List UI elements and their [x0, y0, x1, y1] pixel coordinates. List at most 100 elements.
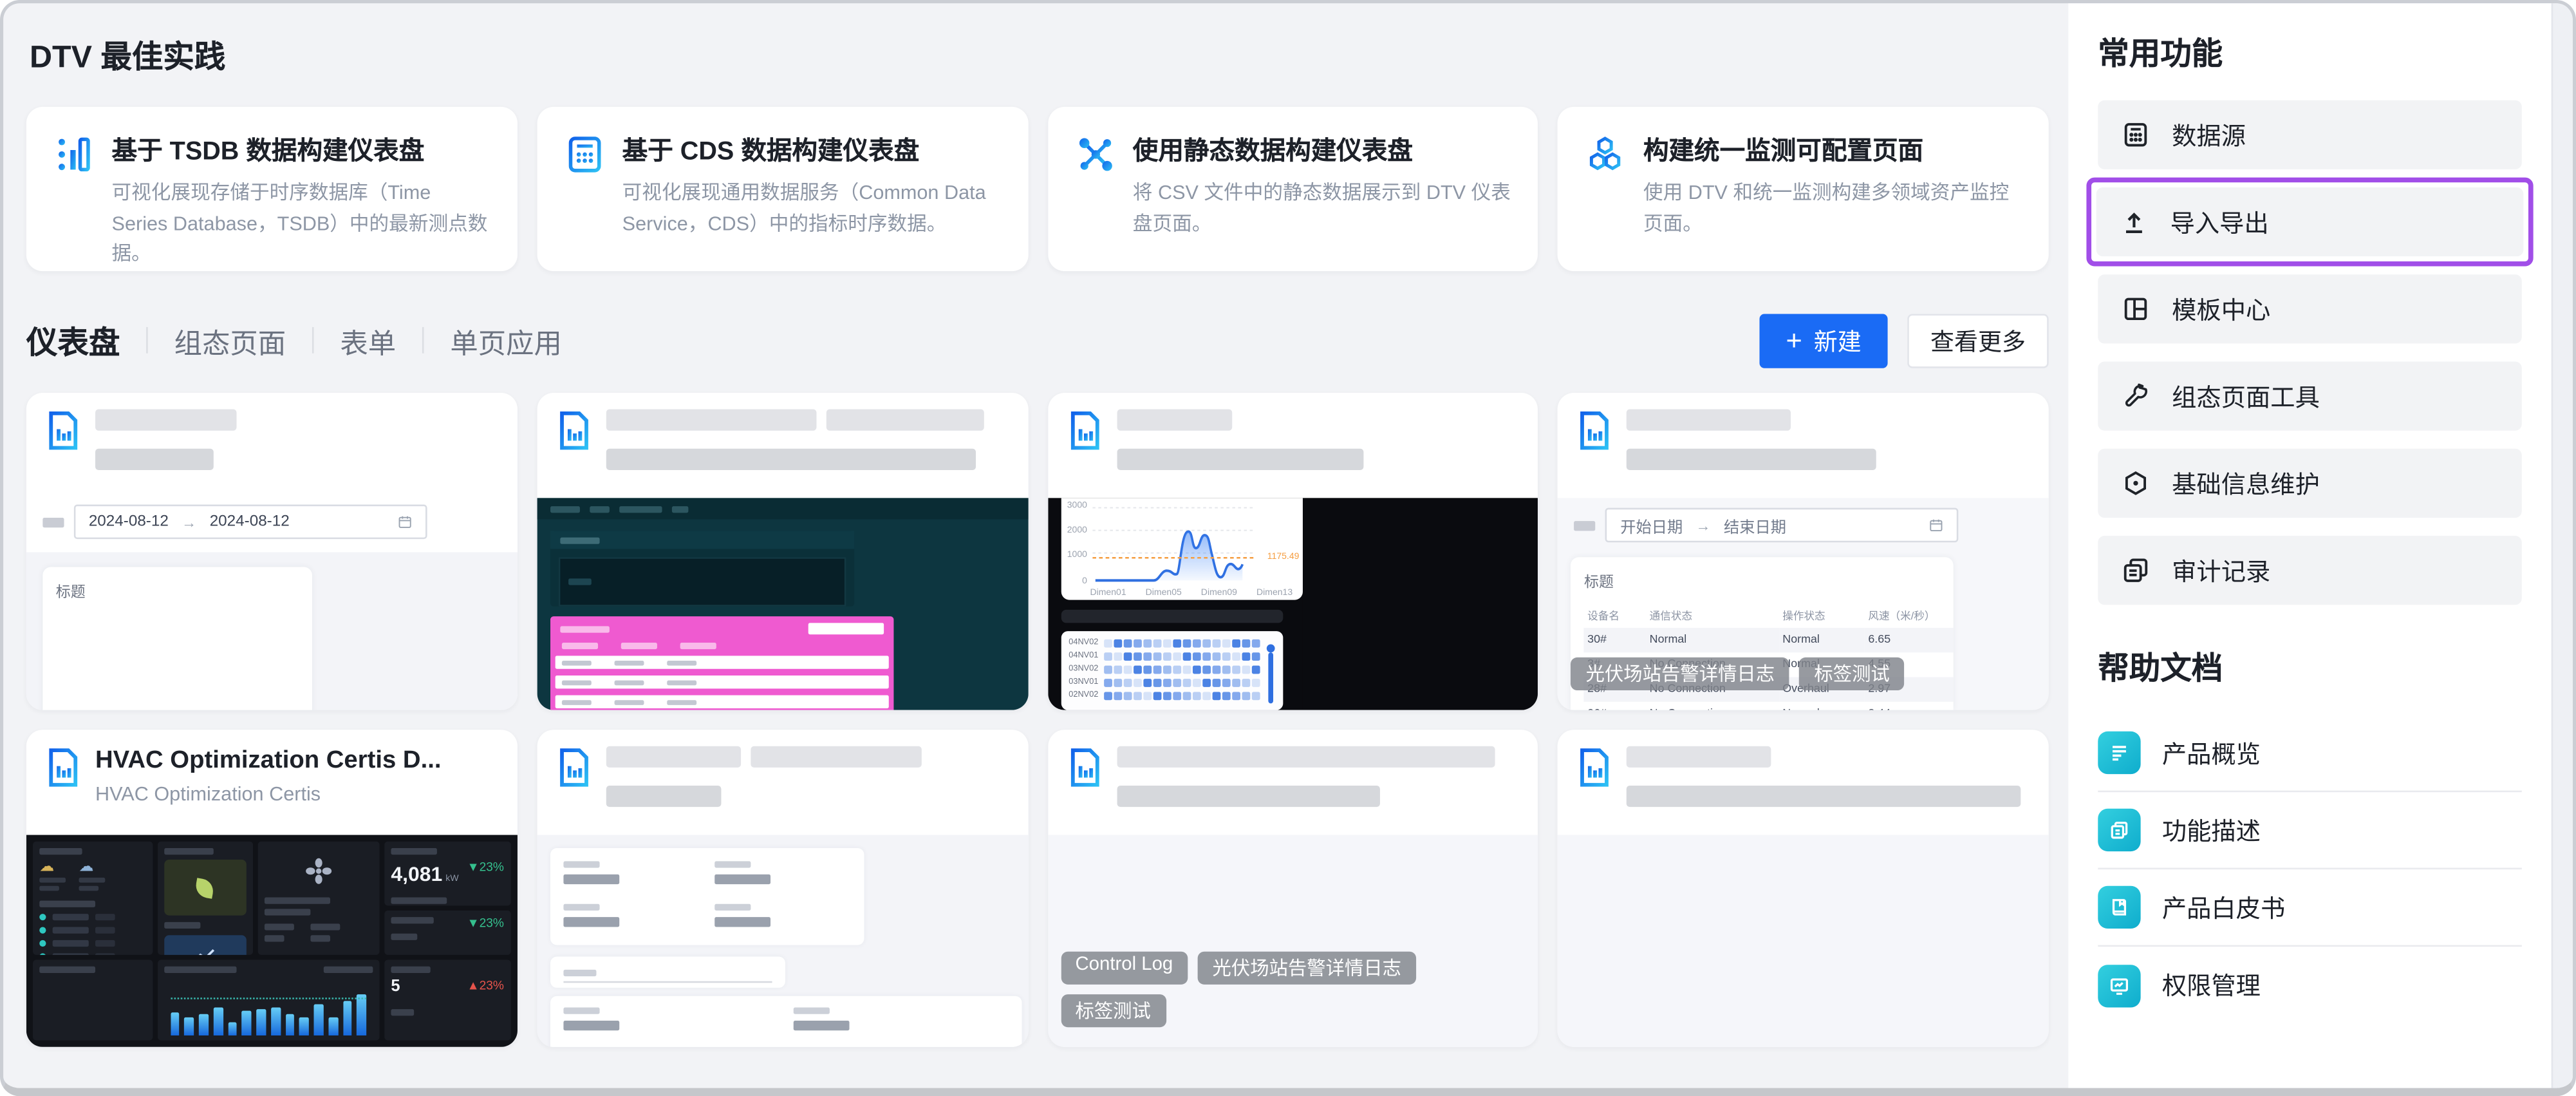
- sidebar-item-audit-log[interactable]: 审计记录: [2098, 536, 2521, 605]
- redacted-title: [95, 410, 236, 431]
- redacted-title: [751, 746, 921, 768]
- metric-delta: 23%: [480, 860, 504, 874]
- view-more-button[interactable]: 查看更多: [1907, 313, 2048, 367]
- sidebar-item-template-center[interactable]: 模板中心: [2098, 274, 2521, 343]
- x-tick: Dimen13: [1256, 589, 1293, 598]
- bp-card-tsdb[interactable]: 基于 TSDB 数据构建仪表盘 可视化展现存储于时序数据库（Time Serie…: [26, 107, 517, 271]
- metric-unit: kW: [445, 874, 458, 884]
- scrollbar-track[interactable]: [2552, 3, 2573, 1088]
- metric-delta: 23%: [480, 978, 504, 993]
- sidebar-item-label: 导入导出: [2170, 205, 2269, 240]
- date-start: 2024-08-12: [89, 513, 169, 531]
- tab-separator: [422, 327, 424, 354]
- bp-card-desc: 可视化展现存储于时序数据库（Time Series Database，TSDB）…: [112, 178, 491, 269]
- monitor-chart-icon: [2098, 964, 2140, 1006]
- date-end: 2024-08-12: [210, 513, 290, 531]
- date-range-input: 开始日期 → 结束日期: [1605, 508, 1959, 543]
- y-tick: 1000: [1067, 553, 1087, 562]
- template-icon: [2121, 294, 2151, 324]
- metric-value: 5: [391, 978, 400, 996]
- redacted-subtitle: [1627, 449, 1876, 470]
- device-table: 设备名通信状态 操作状态风速（米/秒） 30#NormalNormal6.65 …: [1584, 601, 1954, 710]
- book-icon: [2098, 886, 2140, 929]
- dashboard-grid: 2024-08-12 → 2024-08-12 标题: [26, 393, 2049, 1047]
- dashboard-card-hvac[interactable]: HVAC Optimization Certis D... HVAC Optim…: [26, 730, 517, 1047]
- wrench-icon: [2121, 381, 2151, 411]
- redacted-subtitle: [1627, 786, 2021, 807]
- dashboard-card[interactable]: Control Log 光伏场站告警详情日志 标签测试: [1047, 730, 1538, 1047]
- tag-badge: 光伏场站告警详情日志: [1571, 657, 1789, 690]
- bp-card-cds[interactable]: 基于 CDS 数据构建仪表盘 可视化展现通用数据服务（Common Data S…: [537, 107, 1027, 271]
- bp-card-title: 构建统一监测可配置页面: [1643, 131, 2022, 167]
- plus-icon: +: [1786, 326, 1802, 354]
- dashboard-thumbnail: ☁ ☁: [26, 835, 517, 1047]
- plant-image: [194, 877, 216, 898]
- help-item-product-overview[interactable]: 产品概览: [2098, 715, 2521, 792]
- dark-canvas: [1303, 498, 1538, 710]
- bp-card-title: 基于 CDS 数据构建仪表盘: [622, 131, 1002, 167]
- help-item-permission[interactable]: 权限管理: [2098, 947, 2521, 1024]
- widget-title: 标题: [1584, 571, 1941, 592]
- x-tick: Dimen01: [1090, 589, 1126, 598]
- tab-scada-page[interactable]: 组态页面: [174, 319, 286, 361]
- library-header: 仪表盘 组态页面 表单 单页应用 + 新建 查看更多: [26, 310, 2049, 370]
- table-row: 26#No ConnectionNormal3.44: [1584, 702, 1954, 710]
- dashboard-thumbnail: 开始日期 → 结束日期 标题 设备名通信状态 操作状态风速（米/秒）: [1558, 498, 2048, 710]
- dashboard-doc-icon: [46, 410, 80, 452]
- dashboard-doc-icon: [557, 410, 592, 452]
- hexagon-dot-icon: [2121, 468, 2151, 498]
- dashboard-card[interactable]: [537, 730, 1027, 1047]
- calendar-icon: [1929, 518, 1944, 533]
- main-content: DTV 最佳实践 基于 TSDB 数据构建仪表盘 可视化展现存储于时序数据库（T…: [3, 3, 2068, 1088]
- arrow-icon: →: [182, 514, 196, 531]
- heatmap-row-label: 03NV02: [1069, 664, 1098, 674]
- redacted-title: [1627, 746, 1771, 768]
- help-item-feature-description[interactable]: 功能描述: [2098, 792, 2521, 869]
- table-row: 30#NormalNormal6.65: [1584, 628, 1954, 652]
- dashboard-thumbnail: [537, 498, 1027, 710]
- sidebar-item-datasource[interactable]: 数据源: [2098, 100, 2521, 169]
- date-start-placeholder: 开始日期: [1620, 514, 1683, 537]
- tab-form[interactable]: 表单: [340, 319, 396, 361]
- arrow-down-icon: ▼: [467, 915, 480, 930]
- help-item-label: 功能描述: [2162, 813, 2261, 847]
- thumb-bar-chart: [171, 986, 366, 1035]
- y-tick: 2000: [1067, 528, 1087, 537]
- bp-card-unified-monitor[interactable]: 构建统一监测可配置页面 使用 DTV 和统一监测构建多领域资产监控页面。: [1558, 107, 2048, 271]
- redacted-label: [1574, 520, 1596, 530]
- bp-card-title: 使用静态数据构建仪表盘: [1133, 131, 1512, 167]
- redacted-title: [1116, 410, 1231, 431]
- dashboard-card[interactable]: 开始日期 → 结束日期 标题 设备名通信状态 操作状态风速（米/秒）: [1558, 393, 2048, 710]
- bp-card-static-data[interactable]: 使用静态数据构建仪表盘 将 CSV 文件中的静态数据展示到 DTV 仪表盘页面。: [1047, 107, 1538, 271]
- dashboard-card[interactable]: [537, 393, 1027, 710]
- tag-badge: 光伏场站告警详情日志: [1198, 952, 1416, 985]
- right-sidebar: 常用功能 数据源 导入导出 模板中心: [2068, 3, 2551, 1088]
- tsdb-bars-icon: [53, 133, 95, 176]
- y-tick: 0: [1067, 578, 1087, 587]
- tab-dashboard[interactable]: 仪表盘: [26, 318, 120, 363]
- sidebar-item-scada-tools[interactable]: 组态页面工具: [2098, 362, 2521, 431]
- sidebar-item-import-export[interactable]: 导入导出: [2096, 187, 2524, 256]
- cds-grid-icon: [563, 133, 606, 176]
- fan-icon: [302, 855, 335, 887]
- heatmap-panel: 04NV02 04NV01 03NV02 03NV01 02NV02: [1061, 631, 1283, 710]
- common-functions-heading: 常用功能: [2098, 30, 2521, 74]
- heatmap-row-label: 04NV02: [1069, 638, 1098, 647]
- new-button[interactable]: + 新建: [1760, 313, 1888, 367]
- redacted-subtitle: [606, 786, 721, 807]
- pages-icon: [2098, 809, 2140, 851]
- tab-single-page-app[interactable]: 单页应用: [450, 319, 562, 361]
- redacted-subtitle: [1116, 786, 1379, 807]
- redacted-subtitle: [1116, 449, 1363, 470]
- calendar-icon: [398, 515, 413, 529]
- audit-doc-icon: [2121, 556, 2151, 585]
- sidebar-item-label: 数据源: [2172, 117, 2246, 152]
- tag-badge: 标签测试: [1061, 994, 1166, 1027]
- dashboard-card[interactable]: 2024-08-12 → 2024-08-12 标题: [26, 393, 517, 710]
- tab-separator: [312, 327, 314, 354]
- widget-panel: [550, 848, 864, 945]
- dashboard-card[interactable]: [1558, 730, 2048, 1047]
- dashboard-card[interactable]: 3000 2000 1000 0: [1047, 393, 1538, 710]
- help-item-whitepaper[interactable]: 产品白皮书: [2098, 869, 2521, 947]
- sidebar-item-base-info[interactable]: 基础信息维护: [2098, 449, 2521, 518]
